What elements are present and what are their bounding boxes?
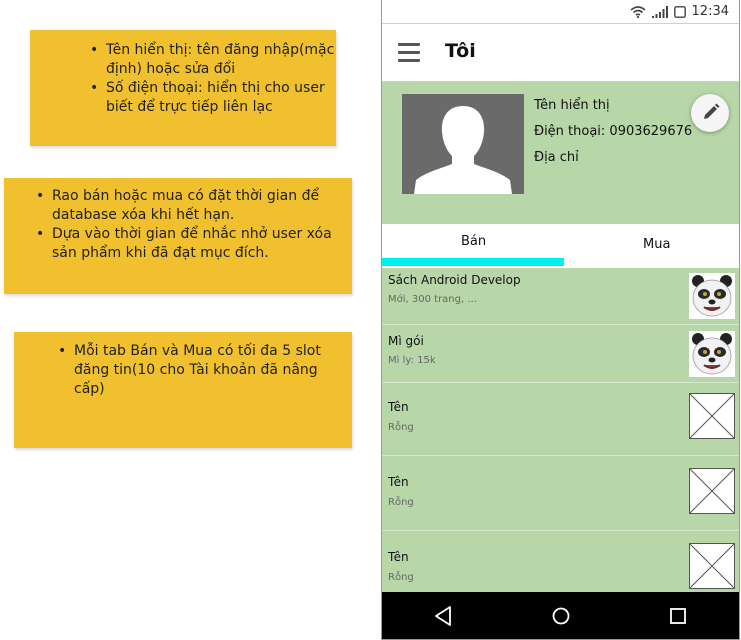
list-item[interactable]: Mì gói Mì ly: 15k <box>382 325 739 383</box>
list-item[interactable]: Sách Android Develop Mới, 300 trang, ... <box>382 268 739 325</box>
note-bullet: Số điện thoại: hiển thị cho user biết để… <box>88 79 350 117</box>
phone-frame: 12:34 Tôi Tên hiển thị Điện thoại: 09036… <box>381 0 740 640</box>
app-bar: Tôi <box>382 24 739 82</box>
note-bullet: Rao bán hoặc mua có đặt thời gian để dat… <box>34 187 346 225</box>
note-posting: Rao bán hoặc mua có đặt thời gian để dat… <box>4 178 352 294</box>
recents-button[interactable] <box>664 602 692 630</box>
list-item[interactable]: Tên Rỗng <box>382 531 739 592</box>
page-title: Tôi <box>445 40 476 62</box>
item-title: Tên <box>388 550 409 564</box>
item-subtitle: Rỗng <box>388 572 414 583</box>
edit-profile-button[interactable] <box>691 94 729 132</box>
home-circle-icon <box>552 607 570 625</box>
phone-number: Điện thoại: 0903629676 <box>534 124 693 139</box>
home-button[interactable] <box>547 602 575 630</box>
note-bullet: Mỗi tab Bán và Mua có tối đa 5 slot đăng… <box>56 342 336 399</box>
item-title: Tên <box>388 475 409 489</box>
profile-card: Tên hiển thị Điện thoại: 0903629676 Địa … <box>382 82 739 224</box>
back-triangle-icon <box>435 606 451 626</box>
menu-icon[interactable] <box>398 43 420 62</box>
battery-icon <box>673 5 686 18</box>
tab-buy[interactable]: Mua <box>564 224 739 268</box>
pencil-icon <box>704 103 720 119</box>
panda-thumbnail-icon <box>689 273 735 319</box>
note-slots: Mỗi tab Bán và Mua có tối đa 5 slot đăng… <box>14 332 352 448</box>
signal-icon <box>651 5 668 18</box>
item-title: Sách Android Develop <box>388 273 521 287</box>
wifi-icon <box>630 5 646 18</box>
image-placeholder-icon <box>689 543 735 589</box>
note-bullet: Dựa vào thời gian để nhắc nhở user xóa s… <box>34 225 346 263</box>
listing-list: Sách Android Develop Mới, 300 trang, ...… <box>382 268 739 592</box>
avatar <box>402 94 524 194</box>
list-item[interactable]: Tên Rỗng <box>382 456 739 531</box>
person-silhouette-icon <box>414 106 512 194</box>
back-button[interactable] <box>429 602 457 630</box>
item-subtitle: Rỗng <box>388 497 414 508</box>
navigation-bar <box>382 592 739 639</box>
item-subtitle: Rỗng <box>388 422 414 433</box>
address: Địa chỉ <box>534 150 579 165</box>
item-subtitle: Mì ly: 15k <box>388 355 436 366</box>
item-title: Tên <box>388 400 409 414</box>
tab-label: Bán <box>461 234 487 249</box>
item-title: Mì gói <box>388 334 424 348</box>
note-bullet: Tên hiển thị: tên đăng nhập(mặc định) ho… <box>88 41 350 79</box>
image-placeholder-icon <box>689 393 735 439</box>
item-subtitle: Mới, 300 trang, ... <box>388 294 477 305</box>
tab-indicator <box>382 258 564 266</box>
panda-thumbnail-icon <box>689 331 735 377</box>
recents-square-icon <box>670 608 686 624</box>
note-profile: Tên hiển thị: tên đăng nhập(mặc định) ho… <box>30 30 336 146</box>
display-name: Tên hiển thị <box>534 98 610 113</box>
image-placeholder-icon <box>689 468 735 514</box>
status-bar: 12:34 <box>382 0 739 24</box>
clock: 12:34 <box>691 4 729 19</box>
list-item[interactable]: Tên Rỗng <box>382 383 739 456</box>
tab-label: Mua <box>643 237 671 252</box>
